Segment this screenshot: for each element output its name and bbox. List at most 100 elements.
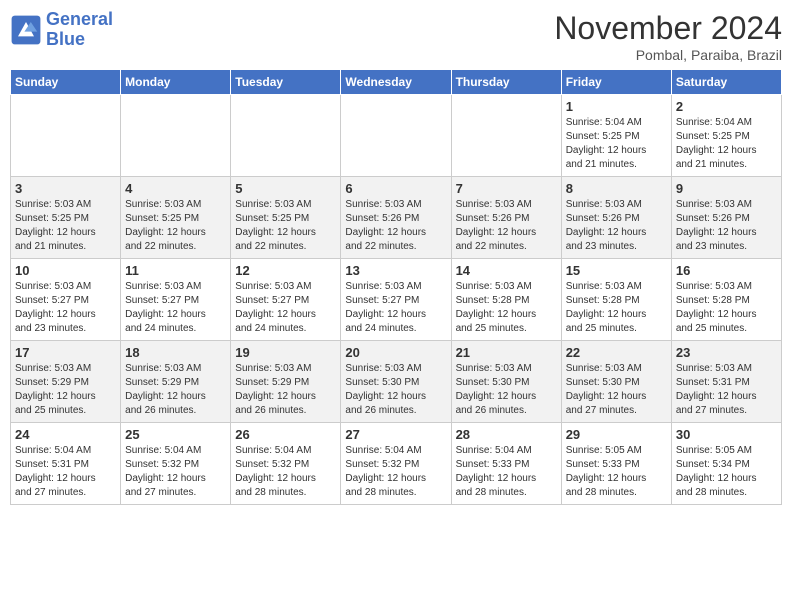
calendar-week-row: 24 Sunrise: 5:04 AM Sunset: 5:31 PM Dayli… <box>11 423 782 505</box>
day-info: Sunrise: 5:03 AM Sunset: 5:29 PM Dayligh… <box>235 362 336 418</box>
calendar-cell <box>341 95 451 177</box>
weekday-header: Monday <box>121 70 231 95</box>
day-number: 14 <box>456 263 557 278</box>
day-info: Sunrise: 5:04 AM Sunset: 5:32 PM Dayligh… <box>235 444 336 500</box>
calendar-cell: 15 Sunrise: 5:03 AM Sunset: 5:28 PM Dayli… <box>561 259 671 341</box>
title-block: November 2024 Pombal, Paraiba, Brazil <box>554 10 782 63</box>
day-info: Sunrise: 5:03 AM Sunset: 5:30 PM Dayligh… <box>566 362 667 418</box>
day-number: 15 <box>566 263 667 278</box>
day-info: Sunrise: 5:04 AM Sunset: 5:25 PM Dayligh… <box>676 116 777 172</box>
day-number: 12 <box>235 263 336 278</box>
calendar-table: SundayMondayTuesdayWednesdayThursdayFrid… <box>10 69 782 505</box>
day-number: 8 <box>566 181 667 196</box>
day-info: Sunrise: 5:04 AM Sunset: 5:31 PM Dayligh… <box>15 444 116 500</box>
logo-line1: General <box>46 9 113 29</box>
day-number: 10 <box>15 263 116 278</box>
day-number: 23 <box>676 345 777 360</box>
calendar-cell: 2 Sunrise: 5:04 AM Sunset: 5:25 PM Daylig… <box>671 95 781 177</box>
calendar-cell: 21Sunrise: 5:03 AM Sunset: 5:30 PM Dayli… <box>451 341 561 423</box>
calendar-cell: 20 Sunrise: 5:03 AM Sunset: 5:30 PM Dayli… <box>341 341 451 423</box>
day-number: 29 <box>566 427 667 442</box>
weekday-header: Thursday <box>451 70 561 95</box>
day-number: 7 <box>456 181 557 196</box>
calendar-cell: 3 Sunrise: 5:03 AM Sunset: 5:25 PM Daylig… <box>11 177 121 259</box>
calendar-week-row: 10 Sunrise: 5:03 AM Sunset: 5:27 PM Dayli… <box>11 259 782 341</box>
day-number: 30 <box>676 427 777 442</box>
calendar-cell: 12 Sunrise: 5:03 AM Sunset: 5:27 PM Dayli… <box>231 259 341 341</box>
day-info: Sunrise: 5:04 AM Sunset: 5:32 PM Dayligh… <box>345 444 446 500</box>
day-info: Sunrise: 5:03 AM Sunset: 5:30 PM Dayligh… <box>345 362 446 418</box>
day-info: Sunrise: 5:03 AM Sunset: 5:26 PM Dayligh… <box>345 198 446 254</box>
day-number: 2 <box>676 99 777 114</box>
day-info: Sunrise: 5:05 AM Sunset: 5:34 PM Dayligh… <box>676 444 777 500</box>
weekday-header: Friday <box>561 70 671 95</box>
day-info: Sunrise: 5:03 AM Sunset: 5:25 PM Dayligh… <box>125 198 226 254</box>
weekday-header: Saturday <box>671 70 781 95</box>
day-number: 25 <box>125 427 226 442</box>
calendar-cell: 18 Sunrise: 5:03 AM Sunset: 5:29 PM Dayli… <box>121 341 231 423</box>
calendar-week-row: 17Sunrise: 5:03 AM Sunset: 5:29 PM Dayli… <box>11 341 782 423</box>
logo-text: General Blue <box>46 10 113 50</box>
day-info: Sunrise: 5:03 AM Sunset: 5:31 PM Dayligh… <box>676 362 777 418</box>
day-number: 11 <box>125 263 226 278</box>
calendar-cell: 17Sunrise: 5:03 AM Sunset: 5:29 PM Dayli… <box>11 341 121 423</box>
day-info: Sunrise: 5:04 AM Sunset: 5:32 PM Dayligh… <box>125 444 226 500</box>
day-number: 19 <box>235 345 336 360</box>
calendar-cell <box>231 95 341 177</box>
calendar-cell: 25 Sunrise: 5:04 AM Sunset: 5:32 PM Dayli… <box>121 423 231 505</box>
day-number: 18 <box>125 345 226 360</box>
weekday-header: Tuesday <box>231 70 341 95</box>
day-info: Sunrise: 5:03 AM Sunset: 5:28 PM Dayligh… <box>456 280 557 336</box>
day-info: Sunrise: 5:03 AM Sunset: 5:27 PM Dayligh… <box>235 280 336 336</box>
day-number: 20 <box>345 345 446 360</box>
calendar-cell: 19 Sunrise: 5:03 AM Sunset: 5:29 PM Dayli… <box>231 341 341 423</box>
day-number: 6 <box>345 181 446 196</box>
calendar-cell: 22Sunrise: 5:03 AM Sunset: 5:30 PM Dayli… <box>561 341 671 423</box>
location: Pombal, Paraiba, Brazil <box>554 47 782 63</box>
weekday-header-row: SundayMondayTuesdayWednesdayThursdayFrid… <box>11 70 782 95</box>
calendar-cell: 28Sunrise: 5:04 AM Sunset: 5:33 PM Dayli… <box>451 423 561 505</box>
day-info: Sunrise: 5:05 AM Sunset: 5:33 PM Dayligh… <box>566 444 667 500</box>
day-number: 1 <box>566 99 667 114</box>
day-info: Sunrise: 5:03 AM Sunset: 5:25 PM Dayligh… <box>15 198 116 254</box>
calendar-cell: 9 Sunrise: 5:03 AM Sunset: 5:26 PM Daylig… <box>671 177 781 259</box>
calendar-cell <box>451 95 561 177</box>
day-number: 4 <box>125 181 226 196</box>
calendar-week-row: 1 Sunrise: 5:04 AM Sunset: 5:25 PM Daylig… <box>11 95 782 177</box>
day-number: 26 <box>235 427 336 442</box>
month-title: November 2024 <box>554 10 782 47</box>
day-number: 27 <box>345 427 446 442</box>
day-info: Sunrise: 5:03 AM Sunset: 5:25 PM Dayligh… <box>235 198 336 254</box>
weekday-header: Sunday <box>11 70 121 95</box>
calendar-cell <box>121 95 231 177</box>
calendar-cell: 8Sunrise: 5:03 AM Sunset: 5:26 PM Daylig… <box>561 177 671 259</box>
day-info: Sunrise: 5:03 AM Sunset: 5:26 PM Dayligh… <box>456 198 557 254</box>
calendar-cell: 6 Sunrise: 5:03 AM Sunset: 5:26 PM Daylig… <box>341 177 451 259</box>
day-info: Sunrise: 5:03 AM Sunset: 5:27 PM Dayligh… <box>125 280 226 336</box>
day-info: Sunrise: 5:03 AM Sunset: 5:26 PM Dayligh… <box>676 198 777 254</box>
calendar-cell: 29 Sunrise: 5:05 AM Sunset: 5:33 PM Dayli… <box>561 423 671 505</box>
calendar-cell: 11 Sunrise: 5:03 AM Sunset: 5:27 PM Dayli… <box>121 259 231 341</box>
calendar-cell: 1Sunrise: 5:04 AM Sunset: 5:25 PM Daylig… <box>561 95 671 177</box>
calendar-cell: 23 Sunrise: 5:03 AM Sunset: 5:31 PM Dayli… <box>671 341 781 423</box>
day-number: 3 <box>15 181 116 196</box>
day-info: Sunrise: 5:03 AM Sunset: 5:29 PM Dayligh… <box>15 362 116 418</box>
weekday-header: Wednesday <box>341 70 451 95</box>
calendar-cell: 16Sunrise: 5:03 AM Sunset: 5:28 PM Dayli… <box>671 259 781 341</box>
day-info: Sunrise: 5:03 AM Sunset: 5:28 PM Dayligh… <box>566 280 667 336</box>
calendar-week-row: 3 Sunrise: 5:03 AM Sunset: 5:25 PM Daylig… <box>11 177 782 259</box>
calendar-cell: 14 Sunrise: 5:03 AM Sunset: 5:28 PM Dayli… <box>451 259 561 341</box>
day-number: 24 <box>15 427 116 442</box>
day-number: 9 <box>676 181 777 196</box>
day-number: 5 <box>235 181 336 196</box>
calendar-cell: 30 Sunrise: 5:05 AM Sunset: 5:34 PM Dayli… <box>671 423 781 505</box>
calendar-cell: 27 Sunrise: 5:04 AM Sunset: 5:32 PM Dayli… <box>341 423 451 505</box>
calendar-cell: 7 Sunrise: 5:03 AM Sunset: 5:26 PM Daylig… <box>451 177 561 259</box>
calendar-cell: 13Sunrise: 5:03 AM Sunset: 5:27 PM Dayli… <box>341 259 451 341</box>
calendar-cell: 26 Sunrise: 5:04 AM Sunset: 5:32 PM Dayli… <box>231 423 341 505</box>
day-info: Sunrise: 5:03 AM Sunset: 5:29 PM Dayligh… <box>125 362 226 418</box>
day-number: 13 <box>345 263 446 278</box>
page-header: General Blue November 2024 Pombal, Parai… <box>10 10 782 63</box>
logo-line2: Blue <box>46 29 85 49</box>
day-number: 16 <box>676 263 777 278</box>
